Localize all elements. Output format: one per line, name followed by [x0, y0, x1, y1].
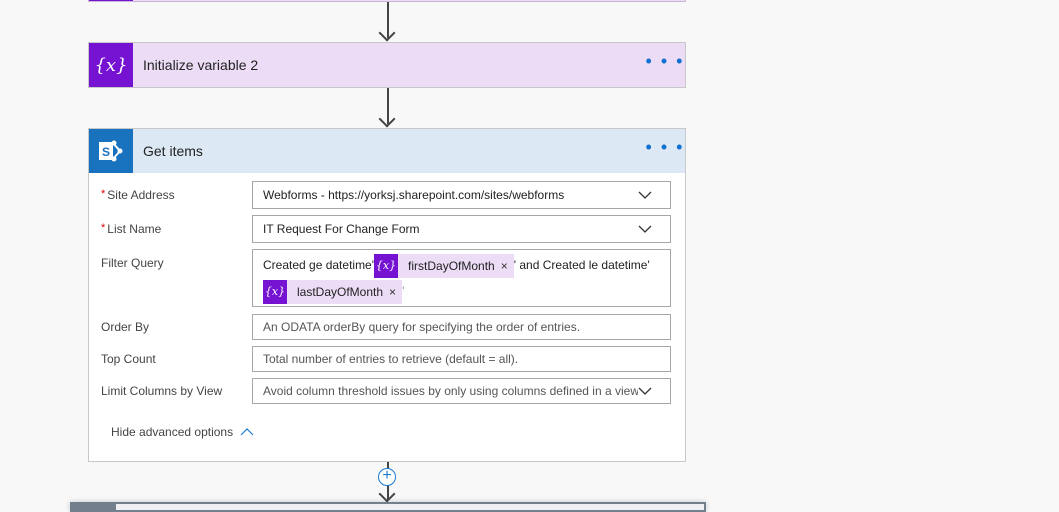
site-address-label: * Site Address	[101, 188, 175, 202]
filter-query-row: Filter Query Created ge datetime' {x} firs…	[101, 249, 671, 307]
order-by-label: Order By	[101, 320, 150, 334]
initialize-variable-header[interactable]: {x} Initialize variable 2 • • •	[89, 43, 685, 87]
step-title: Initialize variable 2	[143, 57, 259, 73]
more-options-button[interactable]: • • •	[645, 138, 685, 160]
list-name-label: * List Name	[101, 222, 162, 236]
next-step-icon	[72, 504, 116, 510]
filter-query-input[interactable]: Created ge datetime' {x} firstDayOfMonth × '…	[252, 249, 671, 307]
top-count-input[interactable]: Total number of entries to retrieve (def…	[252, 346, 671, 372]
next-step-card[interactable]	[70, 502, 706, 512]
limit-columns-label: Limit Columns by View	[101, 384, 223, 398]
chevron-down-icon	[638, 387, 652, 395]
list-name-row: * List Name IT Request For Change Form	[101, 215, 671, 243]
more-options-button[interactable]: • • •	[645, 52, 685, 74]
variable-icon: {x}	[263, 279, 287, 304]
chevron-up-icon	[240, 428, 254, 436]
svg-text:S: S	[102, 145, 110, 159]
connector-arrow-icon	[378, 24, 396, 42]
variable-icon: {x}	[374, 253, 399, 278]
dynamic-token-last-day[interactable]: {x} lastDayOfMonth ×	[263, 279, 403, 305]
dynamic-token-first-day[interactable]: {x} firstDayOfMonth ×	[374, 253, 514, 279]
connector-arrow-icon	[378, 485, 396, 503]
chevron-down-icon	[638, 225, 652, 233]
filter-query-label: Filter Query	[101, 256, 164, 270]
remove-token-button[interactable]: ×	[389, 279, 402, 305]
get-items-card: S Get items • • • * Site Address Webforms…	[88, 128, 686, 462]
top-count-row: Top Count Total number of entries to ret…	[101, 346, 671, 372]
remove-token-button[interactable]: ×	[501, 253, 514, 279]
previous-step-icon	[89, 0, 133, 1]
site-address-dropdown[interactable]: Webforms - https://yorksj.sharepoint.com…	[252, 181, 671, 209]
step-title: Get items	[143, 143, 203, 159]
list-name-dropdown[interactable]: IT Request For Change Form	[252, 215, 671, 243]
site-address-row: * Site Address Webforms - https://yorksj.…	[101, 181, 671, 209]
sharepoint-icon: S	[89, 129, 133, 173]
add-step-button[interactable]: +	[378, 468, 396, 486]
order-by-row: Order By An ODATA orderBy query for spec…	[101, 314, 671, 340]
limit-columns-row: Limit Columns by View Avoid column thres…	[101, 378, 671, 404]
hide-advanced-options-button[interactable]: Hide advanced options	[111, 425, 254, 439]
top-count-label: Top Count	[101, 352, 156, 366]
limit-columns-dropdown[interactable]: Avoid column threshold issues by only us…	[252, 378, 671, 404]
chevron-down-icon	[638, 191, 652, 199]
connector-arrow-icon	[378, 110, 396, 128]
order-by-input[interactable]: An ODATA orderBy query for specifying th…	[252, 314, 671, 340]
initialize-variable-card[interactable]: {x} Initialize variable 2 • • •	[88, 42, 686, 88]
variable-icon: {x}	[89, 43, 133, 87]
get-items-header[interactable]: S Get items • • •	[89, 129, 685, 173]
